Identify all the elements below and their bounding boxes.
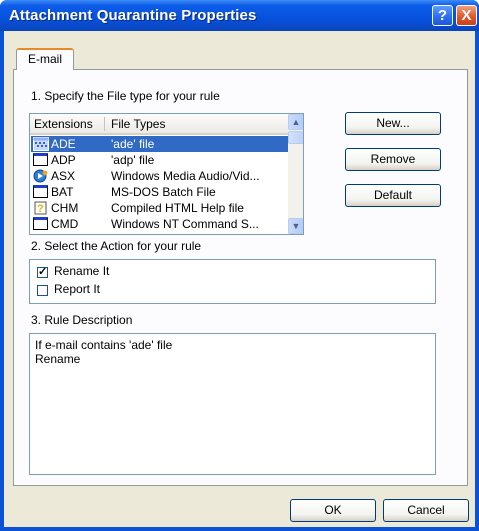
list-header: Extensions File Types — [30, 114, 288, 135]
new-button[interactable]: New... — [345, 112, 441, 135]
list-item-extension: ADE — [51, 137, 76, 151]
rename-it-checkbox[interactable]: ✓ — [37, 267, 48, 278]
tab-email[interactable]: E-mail — [16, 48, 74, 70]
section-description-label: 3. Rule Description — [31, 313, 133, 327]
list-item-extension: BAT — [51, 185, 74, 199]
scroll-down-arrow-icon[interactable]: ▼ — [288, 218, 303, 234]
list-item-file-type: MS-DOS Batch File — [111, 185, 216, 199]
section-file-type-label: 1. Specify the File type for your rule — [31, 89, 220, 103]
help-file-icon: ? — [33, 201, 49, 215]
help-button[interactable]: ? — [432, 5, 453, 26]
dialog-window: Attachment Quarantine Properties ? X E-m… — [0, 0, 479, 531]
report-it-label[interactable]: Report It — [54, 282, 100, 296]
document-icon — [33, 217, 48, 230]
list-item-cmd[interactable]: CMD Windows NT Command S... — [31, 216, 288, 232]
section-action-label: 2. Select the Action for your rule — [31, 239, 202, 253]
list-scrollbar[interactable]: ▲ ▼ — [288, 114, 303, 234]
default-button[interactable]: Default — [345, 184, 441, 207]
list-item-chm[interactable]: ? CHM Compiled HTML Help file — [31, 200, 288, 216]
list-item-adp[interactable]: ADP 'adp' file — [31, 152, 288, 168]
list-item-file-type: 'adp' file — [111, 153, 155, 167]
document-icon — [33, 185, 48, 198]
column-header-extensions[interactable]: Extensions — [34, 117, 93, 131]
title-bar[interactable]: Attachment Quarantine Properties ? X — [0, 0, 479, 31]
document-icon — [33, 153, 48, 166]
rename-it-label[interactable]: Rename It — [54, 264, 109, 278]
media-player-icon — [33, 169, 49, 183]
list-item-bat[interactable]: BAT MS-DOS Batch File — [31, 184, 288, 200]
list-item-asx[interactable]: ASX Windows Media Audio/Vid... — [31, 168, 288, 184]
rule-description-line: Rename — [35, 352, 81, 366]
svg-text:?: ? — [37, 203, 44, 215]
window-title: Attachment Quarantine Properties — [9, 7, 257, 24]
remove-button[interactable]: Remove — [345, 148, 441, 171]
column-header-file-types[interactable]: File Types — [111, 117, 165, 131]
scroll-thumb[interactable] — [288, 131, 303, 144]
report-it-checkbox[interactable] — [37, 285, 48, 296]
list-item-file-type: Windows NT Command S... — [111, 217, 259, 231]
rule-description-line: If e-mail contains 'ade' file — [35, 338, 173, 352]
scroll-up-arrow-icon[interactable]: ▲ — [288, 114, 303, 130]
column-separator[interactable] — [104, 117, 105, 131]
rule-description-box: If e-mail contains 'ade' file Rename — [29, 333, 436, 475]
dialog-client-area: E-mail 1. Specify the File type for your… — [4, 31, 475, 527]
list-item-file-type: 'ade' file — [111, 137, 155, 151]
list-item-extension: CHM — [51, 201, 79, 215]
list-item-file-type: Compiled HTML Help file — [111, 201, 244, 215]
ok-button[interactable]: OK — [290, 499, 376, 522]
file-type-list[interactable]: Extensions File Types ADE 'ade' file ADP… — [29, 113, 304, 235]
close-button[interactable]: X — [456, 5, 477, 26]
action-list: ✓ Rename It Report It — [29, 259, 436, 304]
list-item-extension: ADP — [51, 153, 76, 167]
list-item-file-type: Windows Media Audio/Vid... — [111, 169, 260, 183]
list-item-ade[interactable]: ADE 'ade' file — [31, 136, 288, 152]
document-icon — [33, 137, 49, 151]
list-item-extension: ASX — [51, 169, 76, 183]
list-item-extension: CMD — [51, 217, 79, 231]
cancel-button[interactable]: Cancel — [383, 499, 469, 522]
